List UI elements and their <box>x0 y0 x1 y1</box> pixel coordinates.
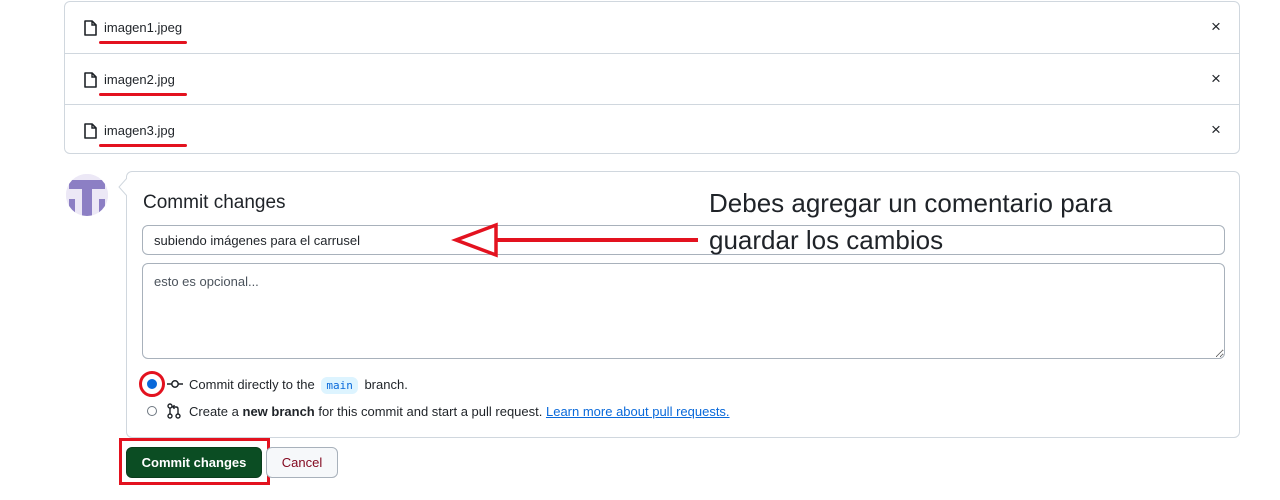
file-name: imagen3.jpg <box>104 123 175 138</box>
commit-direct-label[interactable]: Commit directly to the main branch. <box>189 377 408 394</box>
file-row: imagen1.jpeg × <box>65 2 1239 53</box>
speech-caret <box>118 178 130 198</box>
option-text: Commit directly to the <box>189 377 315 392</box>
commit-title: Commit changes <box>143 192 286 213</box>
option-text: branch. <box>364 377 408 392</box>
file-name: imagen2.jpg <box>104 72 175 87</box>
file-icon <box>84 20 97 36</box>
annotation-line: Debes agregar un comentario para <box>709 188 1113 218</box>
commit-changes-button[interactable]: Commit changes <box>126 447 262 478</box>
annotation-underline <box>99 41 187 44</box>
avatar <box>66 174 108 216</box>
annotation-arrow <box>451 222 698 258</box>
remove-file-button[interactable]: × <box>1207 121 1225 139</box>
annotation-text: Debes agregar un comentario para guardar… <box>709 185 1112 259</box>
branch-name-badge: main <box>321 377 358 394</box>
commit-direct-radio[interactable] <box>147 379 157 389</box>
remove-file-button[interactable]: × <box>1207 70 1225 88</box>
new-branch-radio[interactable] <box>147 406 157 416</box>
annotation-underline <box>99 144 187 147</box>
file-icon <box>84 123 97 139</box>
cancel-button[interactable]: Cancel <box>266 447 338 478</box>
file-icon <box>84 72 97 88</box>
git-pull-request-icon <box>167 403 181 419</box>
file-row: imagen3.jpg × <box>65 104 1239 153</box>
option-text-bold: new branch <box>242 404 315 419</box>
remove-file-button[interactable]: × <box>1207 18 1225 36</box>
new-branch-label[interactable]: Create a new branch for this commit and … <box>189 404 730 420</box>
file-name: imagen1.jpeg <box>104 20 183 35</box>
git-commit-icon <box>167 380 183 388</box>
annotation-line: guardar los cambios <box>709 225 944 255</box>
annotation-underline <box>99 93 187 96</box>
file-list: imagen1.jpeg × imagen2.jpg × imagen3.jpg… <box>64 1 1240 154</box>
avatar-identicon <box>66 174 108 216</box>
file-row: imagen2.jpg × <box>65 53 1239 104</box>
learn-more-link[interactable]: Learn more about pull requests. <box>546 404 730 419</box>
option-text: Create a <box>189 404 239 419</box>
commit-description-input[interactable] <box>142 263 1225 359</box>
option-text: for this commit and start a pull request… <box>318 404 543 419</box>
